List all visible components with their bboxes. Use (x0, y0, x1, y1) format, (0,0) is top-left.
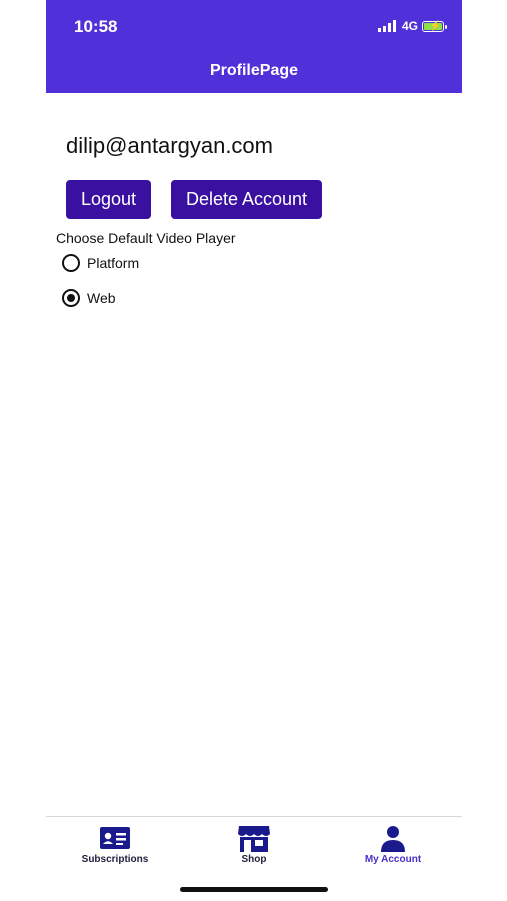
video-player-label: Choose Default Video Player (56, 230, 236, 246)
radio-option-platform[interactable]: Platform (62, 254, 139, 272)
tab-label: Subscriptions (81, 854, 149, 865)
network-type: 4G (401, 19, 418, 33)
logout-button[interactable]: Logout (66, 180, 151, 219)
tab-subscriptions[interactable]: Subscriptions (46, 817, 184, 877)
radio-label: Web (87, 290, 116, 306)
home-indicator (180, 887, 328, 892)
id-card-icon (100, 824, 130, 852)
signal-icon (377, 20, 396, 32)
bottom-tab-bar: Subscriptions Shop My Account (46, 816, 462, 901)
tab-label: My Account (364, 854, 422, 865)
page-title: ProfilePage (209, 62, 299, 79)
person-icon (379, 824, 407, 852)
status-time: 10:58 (74, 17, 118, 36)
radio-button[interactable] (62, 254, 80, 272)
tab-shop[interactable]: Shop (185, 817, 323, 877)
radio-label: Platform (87, 255, 140, 271)
tab-my-account[interactable]: My Account (324, 817, 462, 877)
delete-account-button[interactable]: Delete Account (171, 180, 322, 219)
battery-icon: ⚡ (422, 20, 447, 32)
store-icon (237, 824, 271, 852)
tab-label: Shop (241, 854, 267, 865)
app-header: 10:58 4G ⚡ ProfilePage (46, 0, 462, 93)
radio-option-web[interactable]: Web (62, 289, 116, 307)
phone-screen: 10:58 4G ⚡ ProfilePage dilip@antargyan.c… (46, 0, 462, 901)
user-email: dilip@antargyan.com (66, 133, 273, 158)
status-indicators: 4G ⚡ (377, 19, 447, 33)
radio-button-selected[interactable] (62, 289, 80, 307)
